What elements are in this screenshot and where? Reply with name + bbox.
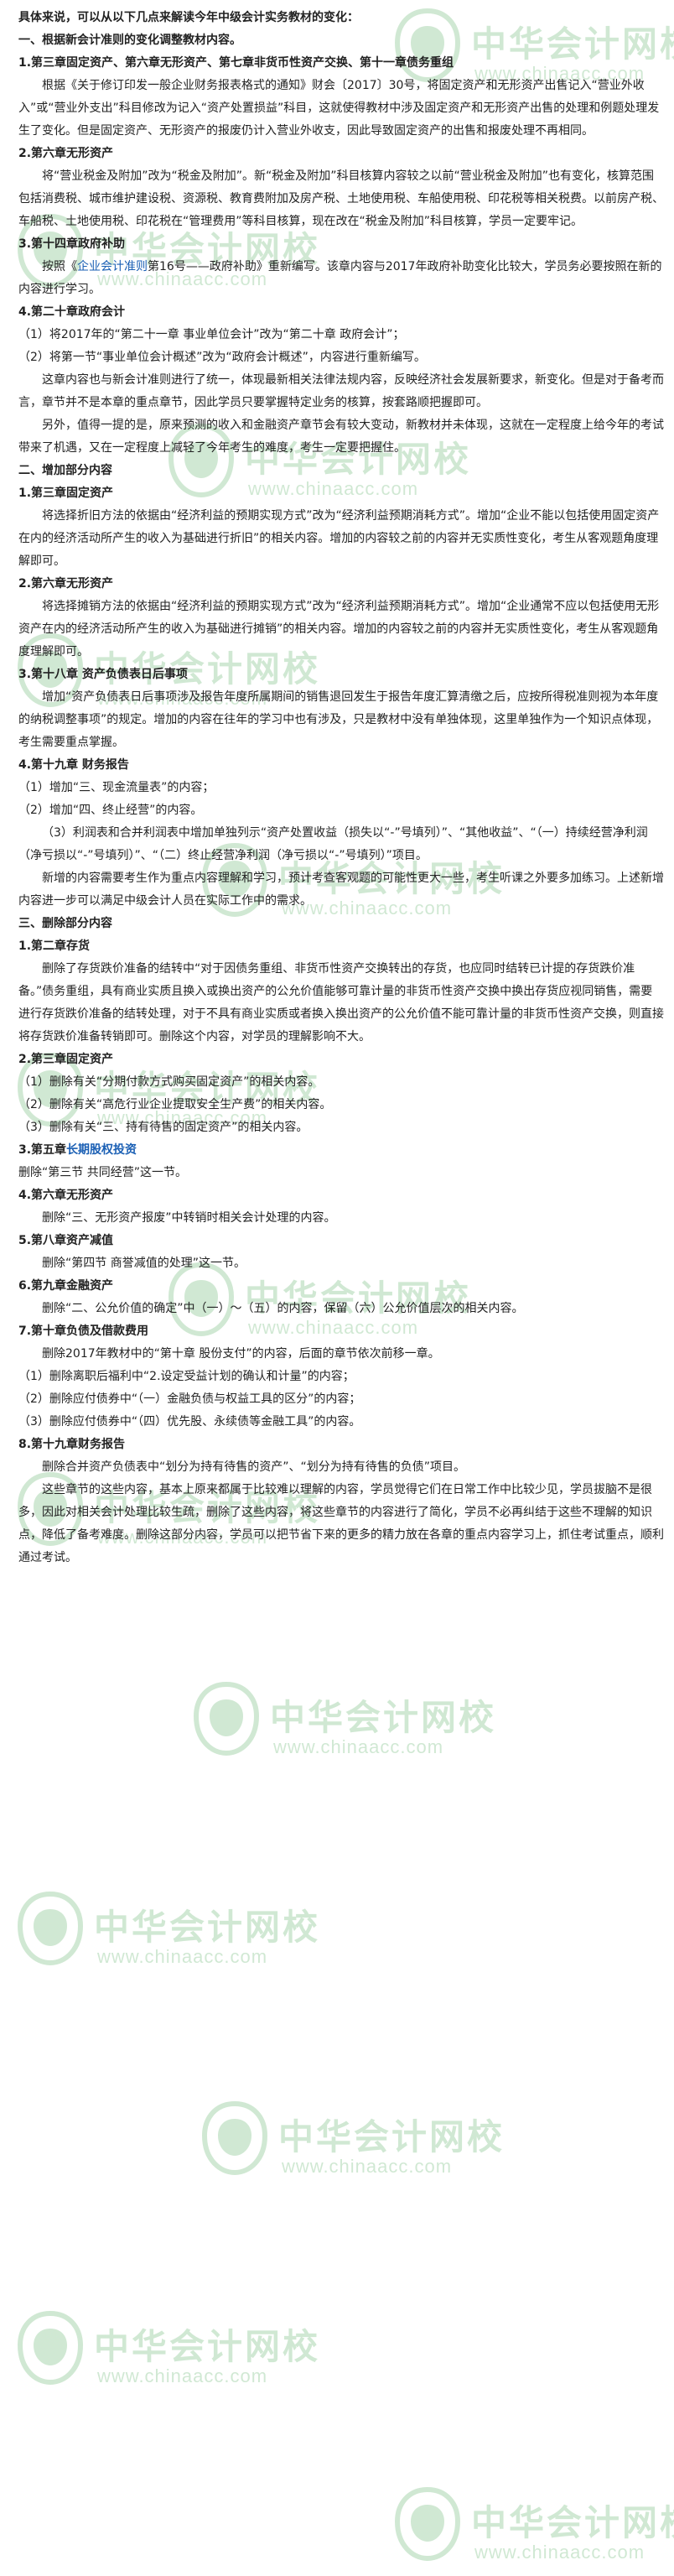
logo-icon [193, 1681, 260, 1756]
text-segment: 按照《 [42, 260, 77, 273]
body-paragraph: 将选择摊销方法的依据由“经济利益的预期实现方式”改为“经济利益预期消耗方式”。增… [18, 600, 660, 658]
watermark: 中华会计网校www.chinaacc.com [193, 1678, 494, 1770]
chapter-heading: 3.第十八章 资产负债表日后事项 [18, 668, 188, 681]
watermark: 中华会计网校www.chinaacc.com [17, 2307, 318, 2399]
watermark: 中华会计网校www.chinaacc.com [201, 2097, 502, 2189]
list-item: （2）将第一节“事业单位会计概述”改为“政府会计概述”，内容进行重新编写。 [18, 351, 426, 364]
list-item: （2）增加“四、终止经营”的内容。 [18, 804, 203, 817]
watermark-url: www.chinaacc.com [273, 1736, 444, 1757]
list-item: （1）增加“三、现金流量表”的内容； [18, 781, 215, 794]
watermark-title: 中华会计网校 [94, 1907, 321, 1948]
body-paragraph: 删除“二、公允价值的确定”中（一）～（五）的内容，保留（六）公允价值层次的相关内… [42, 1302, 524, 1315]
body-paragraph: 另外，值得一提的是，原来预测的收入和金融资产章节会有较大变动，新教材并未体现，这… [18, 419, 664, 455]
chapter-heading: 2.第六章无形资产 [18, 577, 114, 591]
chapter-heading: 5.第八章资产减值 [18, 1234, 114, 1247]
chapter-heading: 3.第十四章政府补助 [18, 237, 126, 251]
list-item: （1）删除有关“分期付款方式购买固定资产”的相关内容。 [18, 1075, 320, 1089]
chapter-heading: 8.第十九章财务报告 [18, 1438, 126, 1451]
list-item: （1）将2017年的“第二十一章 事业单位会计”改为“第二十章 政府会计”； [18, 328, 405, 341]
list-item: （3）删除应付债券中“（四）优先股、永续债等金融工具”的内容。 [18, 1415, 361, 1429]
body-paragraph: 删除“三、无形资产报废”中转销时相关会计处理的内容。 [42, 1211, 336, 1225]
logo-icon [17, 1891, 84, 1966]
watermark-title: 中华会计网校 [278, 2116, 506, 2157]
section-heading: 二、增加部分内容 [18, 464, 112, 477]
watermark: 中华会计网校www.chinaacc.com [394, 2483, 674, 2575]
chapter-heading: 3.第五章长期股权投资 [18, 1139, 664, 1162]
body-paragraph: 按照《企业会计准则第16号——政府补助》重新编写。该章内容与2017年政府补助变… [18, 256, 664, 301]
body-paragraph: 删除了存货跌价准备的结转中“对于因债务重组、非货币性资产交换转出的存货，也应同时… [18, 962, 664, 1043]
list-item: 删除“第三节 共同经营”这一节。 [18, 1166, 187, 1179]
chapter-heading: 4.第六章无形资产 [18, 1189, 114, 1202]
text-segment: 3.第五章 [18, 1143, 67, 1157]
logo-icon [17, 2310, 84, 2386]
body-paragraph: 将选择折旧方法的依据由“经济利益的预期实现方式”改为“经济利益预期消耗方式”。增… [18, 509, 660, 568]
chapter-heading: 1.第二章存货 [18, 939, 91, 953]
body-paragraph: 增加“资产负债表日后事项涉及报告年度所属期间的销售退回发生于报告年度汇算清缴之后… [18, 690, 659, 749]
watermark-url: www.chinaacc.com [97, 1946, 268, 1967]
body-paragraph: 删除“第四节 商誉减值的处理”这一节。 [42, 1257, 246, 1270]
chapter-heading: 2.第三章固定资产 [18, 1053, 114, 1066]
chapter-heading: 4.第二十章政府会计 [18, 305, 126, 319]
watermark-url: www.chinaacc.com [474, 2542, 645, 2563]
chapter-heading: 1.第三章固定资产、第六章无形资产、第七章非货币性资产交换、第十一章债务重组 [18, 56, 454, 70]
chapter-heading: 6.第九章金融资产 [18, 1279, 114, 1293]
body-paragraph: 这些章节的这些内容，基本上原来都属于比较难以理解的内容，学员觉得它们在日常工作中… [18, 1483, 664, 1564]
chapter-heading: 1.第三章固定资产 [18, 487, 114, 500]
body-paragraph: 根据《关于修订印发一般企业财务报表格式的通知》财会〔2017〕30号，将固定资产… [18, 79, 660, 138]
watermark: 中华会计网校www.chinaacc.com [17, 1887, 318, 1980]
logo-icon [394, 2486, 461, 2562]
watermark-title: 中华会计网校 [94, 2326, 321, 2367]
chapter-heading: 7.第十章负债及借款费用 [18, 1324, 149, 1338]
section-heading: 一、根据新会计准则的变化调整教材内容。 [18, 34, 241, 47]
body-paragraph: （3）利润表和合并利润表中增加单独列示“资产处置收益（损失以“-”号填列）”、“… [18, 826, 648, 862]
logo-icon [201, 2100, 268, 2176]
watermark-title: 中华会计网校 [270, 1697, 497, 1738]
body-paragraph: 删除2017年教材中的“第十章 股份支付”的内容，后面的章节依次前移一章。 [42, 1347, 440, 1361]
chapter-heading: 2.第六章无形资产 [18, 147, 114, 160]
article-body: 具体来说，可以从以下几点来解读今年中级会计实务教材的变化： 一、根据新会计准则的变… [18, 7, 664, 1569]
list-item: （1）删除离职后福利中“2.设定受益计划的确认和计量”的内容； [18, 1370, 355, 1383]
list-item: （2）删除有关“高危行业企业提取安全生产费”的相关内容。 [18, 1098, 332, 1111]
inline-link[interactable]: 长期股权投资 [66, 1143, 137, 1157]
body-paragraph: 删除合并资产负债表中“划分为持有待售的资产”、“划分为持有待售的负债”项目。 [42, 1460, 466, 1474]
watermark-url: www.chinaacc.com [282, 2156, 453, 2177]
list-item: （3）删除有关“三、持有待售的固定资产”的相关内容。 [18, 1121, 308, 1134]
inline-link[interactable]: 企业会计准则 [77, 260, 148, 273]
section-heading: 三、删除部分内容 [18, 917, 112, 930]
body-paragraph: 新增的内容需要考生作为重点内容理解和学习，预计考查客观题的可能性更大一些，考生听… [18, 872, 664, 908]
watermark-title: 中华会计网校 [471, 2502, 674, 2543]
body-paragraph: 这章内容也与新会计准则进行了统一，体现最新相关法律法规内容，反映经济社会发展新要… [18, 373, 664, 409]
watermark-url: www.chinaacc.com [97, 2365, 268, 2386]
chapter-heading: 4.第十九章 财务报告 [18, 758, 129, 772]
intro-paragraph: 具体来说，可以从以下几点来解读今年中级会计实务教材的变化： [18, 11, 359, 24]
body-paragraph: 将“营业税金及附加”改为“税金及附加”。新“税金及附加”科目核算内容较之以前“营… [18, 169, 664, 228]
list-item: （2）删除应付债券中“（一）金融负债与权益工具的区分”的内容； [18, 1392, 361, 1406]
